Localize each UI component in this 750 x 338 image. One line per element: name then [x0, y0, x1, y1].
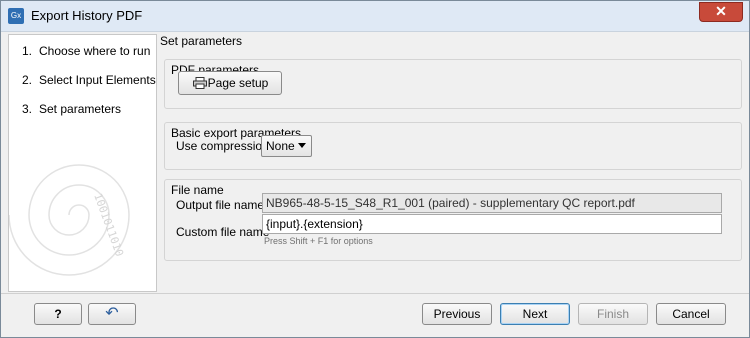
custom-file-name-input[interactable]: {input}.{extension} — [262, 214, 722, 234]
finish-button[interactable]: Finish — [578, 303, 648, 325]
output-file-name-label: Output file name — [176, 198, 265, 212]
step-choose-where-to-run: 1. Choose where to run — [22, 44, 150, 58]
reset-button[interactable]: ↶ — [88, 303, 136, 325]
help-button[interactable]: ? — [34, 303, 82, 325]
pdf-parameters-group: PDF parameters Page setup — [164, 59, 742, 109]
printer-icon — [193, 77, 207, 89]
next-button[interactable]: Next — [500, 303, 570, 325]
close-button[interactable]: ✕ — [699, 2, 743, 22]
compression-value: None — [266, 139, 295, 153]
step-select-input-elements: 2. Select Input Elements — [22, 73, 156, 87]
binary-decoration-text: 1001011010 — [91, 192, 126, 259]
previous-button[interactable]: Previous — [422, 303, 492, 325]
wizard-steps-panel: 1. Choose where to run 2. Select Input Ele… — [8, 34, 157, 292]
output-file-name-field: NB965-48-5-15_S48_R1_001 (paired) - supp… — [262, 193, 722, 213]
step-label: Choose where to run — [39, 44, 151, 58]
chevron-down-icon — [298, 143, 306, 148]
compression-select[interactable]: None — [261, 135, 312, 157]
options-hint: Press Shift + F1 for options — [264, 236, 373, 246]
cancel-button[interactable]: Cancel — [656, 303, 726, 325]
custom-file-name-label: Custom file name — [176, 225, 270, 239]
page-setup-button[interactable]: Page setup — [178, 71, 282, 95]
step-number: 3. — [22, 102, 33, 116]
dialog-footer: ? ↶ Previous Next Finish Cancel — [1, 293, 749, 338]
title-bar: Gx Export History PDF ✕ — [1, 1, 749, 32]
step-number: 1. — [22, 44, 33, 58]
file-name-group: File name Output file name NB965-48-5-15… — [164, 179, 742, 261]
help-icon: ? — [54, 307, 62, 321]
use-compression-label: Use compression — [176, 139, 269, 153]
step-number: 2. — [22, 73, 33, 87]
section-title: Set parameters — [160, 34, 243, 48]
export-history-pdf-dialog: Gx Export History PDF ✕ 1. Choose where t… — [0, 0, 750, 338]
file-name-label: File name — [171, 183, 224, 197]
window-title: Export History PDF — [31, 8, 143, 23]
undo-arrow-icon: ↶ — [105, 305, 119, 322]
page-setup-label: Page setup — [207, 76, 269, 90]
basic-export-parameters-group: Basic export parameters Use compression … — [164, 122, 742, 170]
parameters-panel: Set parameters PDF parameters Page setup… — [160, 34, 744, 290]
step-set-parameters: 3. Set parameters — [22, 102, 121, 116]
step-label: Select Input Elements — [39, 73, 156, 87]
swirl-decoration-icon: 1001011010 — [9, 164, 130, 276]
step-label: Set parameters — [39, 102, 122, 116]
app-icon: Gx — [8, 8, 24, 24]
